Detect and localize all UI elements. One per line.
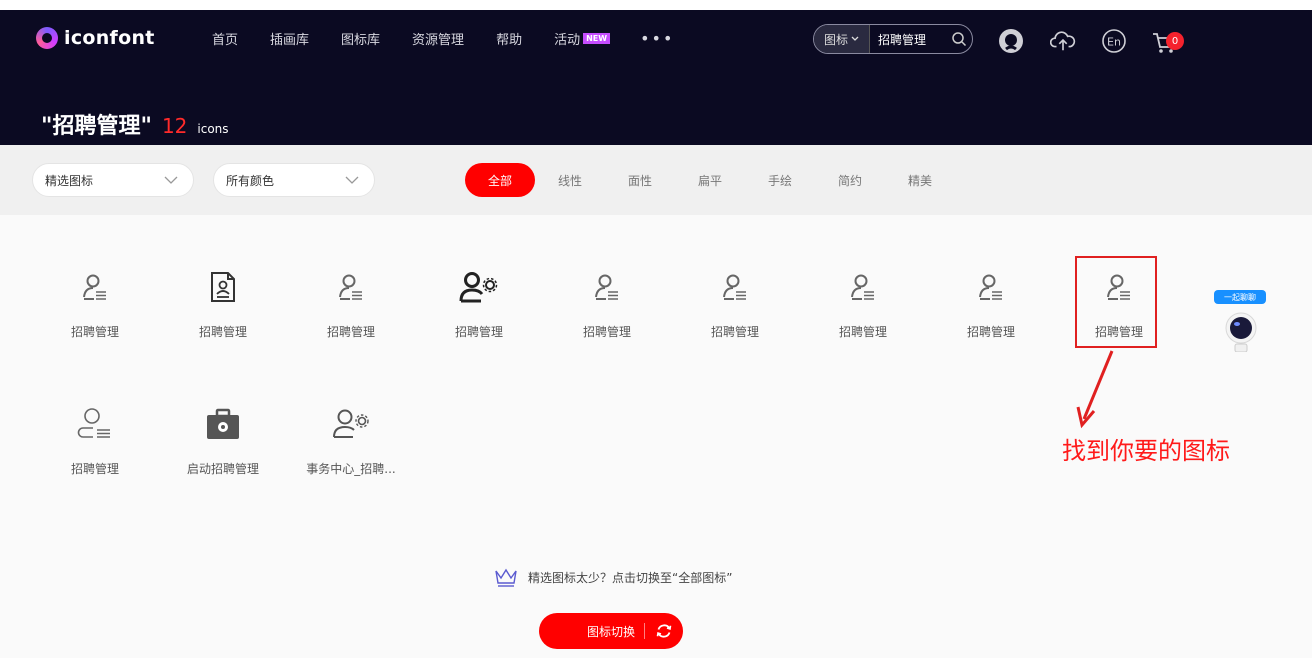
language-en-label: En bbox=[1107, 36, 1121, 49]
upload-cloud-icon[interactable] bbox=[1050, 28, 1076, 54]
nav-item-activity-label: 活动 bbox=[554, 33, 581, 48]
search-box: 图标 bbox=[813, 24, 973, 54]
icon-card[interactable]: 招聘管理 bbox=[927, 267, 1055, 377]
icon-label: 招聘管理 bbox=[582, 325, 631, 339]
user-list-outline-icon bbox=[77, 408, 110, 438]
icon-card[interactable]: 招聘管理 bbox=[31, 404, 159, 514]
icon-label: 招聘管理 bbox=[838, 325, 887, 339]
icon-type-select[interactable]: 精选图标 bbox=[32, 163, 194, 197]
chat-mascot[interactable]: 一起聊聊 bbox=[1214, 290, 1268, 352]
user-gear-icon bbox=[459, 272, 498, 303]
icon-card[interactable]: 招聘管理 bbox=[287, 267, 415, 377]
logo-mark-icon bbox=[36, 27, 58, 49]
annotation-text: 找到你要的图标 bbox=[1062, 437, 1230, 465]
nav-item-home[interactable]: 首页 bbox=[212, 29, 238, 48]
icon-label: 招聘管理 bbox=[454, 325, 503, 339]
icon-card[interactable]: 招聘管理 bbox=[671, 267, 799, 377]
arrow-icon bbox=[1076, 350, 1114, 429]
cart-count-badge: 0 bbox=[1166, 32, 1184, 50]
language-en-icon[interactable]: En bbox=[1101, 28, 1127, 54]
logo[interactable]: iconfont bbox=[36, 26, 155, 50]
nav-item-illustrations[interactable]: 插画库 bbox=[270, 29, 309, 48]
icon-label: 事务中心_招聘... bbox=[306, 462, 396, 476]
briefcase-gear-icon bbox=[207, 408, 239, 439]
resume-doc-icon bbox=[211, 272, 235, 302]
color-select-value: 所有颜色 bbox=[226, 173, 275, 188]
github-icon[interactable] bbox=[998, 28, 1024, 54]
icon-card[interactable]: 招聘管理 bbox=[799, 267, 927, 377]
search-input[interactable] bbox=[870, 32, 946, 46]
tab-refined[interactable]: 精美 bbox=[885, 163, 955, 197]
user-list-icon bbox=[851, 274, 874, 300]
user-list-icon bbox=[339, 274, 362, 300]
icon-switch-label: 图标切换 bbox=[586, 624, 635, 639]
filter-bar: 精选图标 所有颜色 全部 线性 面性 扁平 手绘 简约 精美 bbox=[0, 145, 1312, 215]
icon-grid: 招聘管理 招聘管理 招聘管理 招聘管理 招聘管理 招聘管理 招聘管理 招聘管理 … bbox=[0, 215, 1312, 658]
icon-label: 启动招聘管理 bbox=[186, 462, 259, 476]
tab-filled[interactable]: 面性 bbox=[605, 163, 675, 197]
icon-label: 招聘管理 bbox=[70, 462, 119, 476]
page-title: "招聘管理" 12 icons bbox=[41, 108, 229, 140]
nav-item-icon-library[interactable]: 图标库 bbox=[341, 29, 380, 48]
crown-icon bbox=[495, 568, 517, 587]
hint-row: 精选图标太少？点击切换至“全部图标” bbox=[494, 567, 732, 587]
site-header: iconfont 首页 插画库 图标库 资源管理 帮助 活动 NEW ••• 图标… bbox=[0, 10, 1312, 145]
search-icon[interactable] bbox=[946, 25, 972, 53]
icon-card[interactable]: 招聘管理 bbox=[31, 267, 159, 377]
tab-linear[interactable]: 线性 bbox=[535, 163, 605, 197]
hint-text: 精选图标太少？点击切换至“全部图标” bbox=[528, 570, 733, 585]
tab-all[interactable]: 全部 bbox=[465, 163, 535, 197]
icon-card[interactable]: 招聘管理 bbox=[543, 267, 671, 377]
icon-label: 招聘管理 bbox=[198, 325, 247, 339]
icon-card[interactable]: 事务中心_招聘... bbox=[287, 404, 415, 514]
chevron-down-icon bbox=[851, 36, 859, 41]
user-list-icon bbox=[595, 274, 618, 300]
user-list-icon bbox=[723, 274, 746, 300]
top-strip bbox=[0, 0, 1312, 10]
user-list-icon bbox=[979, 274, 1002, 300]
tab-flat[interactable]: 扁平 bbox=[675, 163, 745, 197]
mascot-bubble: 一起聊聊 bbox=[1214, 290, 1266, 304]
icon-label: 招聘管理 bbox=[326, 325, 375, 339]
search-query-title: "招聘管理" bbox=[41, 114, 152, 139]
icon-card[interactable]: 招聘管理 bbox=[415, 267, 543, 377]
nav-item-help[interactable]: 帮助 bbox=[496, 29, 522, 48]
search-type-label: 图标 bbox=[823, 32, 848, 47]
tab-simple[interactable]: 简约 bbox=[815, 163, 885, 197]
chevron-down-icon bbox=[345, 176, 359, 184]
highlight-box bbox=[1075, 256, 1157, 348]
astronaut-icon bbox=[1225, 312, 1257, 352]
result-unit: icons bbox=[197, 122, 229, 136]
search-type-select[interactable]: 图标 bbox=[814, 25, 870, 53]
chevron-down-icon bbox=[164, 176, 178, 184]
logo-text: iconfont bbox=[64, 27, 155, 49]
new-badge: NEW bbox=[583, 33, 611, 44]
main-nav: 首页 插画库 图标库 资源管理 帮助 活动 NEW ••• bbox=[212, 29, 674, 48]
color-select[interactable]: 所有颜色 bbox=[213, 163, 375, 197]
icon-card[interactable]: 招聘管理 bbox=[159, 267, 287, 377]
nav-item-activity[interactable]: 活动 NEW bbox=[554, 29, 611, 48]
more-menu-icon[interactable]: ••• bbox=[640, 29, 674, 48]
user-list-icon bbox=[83, 274, 106, 300]
icon-card[interactable]: 启动招聘管理 bbox=[159, 404, 287, 514]
nav-item-resource-management[interactable]: 资源管理 bbox=[412, 29, 464, 48]
tab-hand-drawn[interactable]: 手绘 bbox=[745, 163, 815, 197]
icon-switch-button[interactable]: 图标切换 bbox=[539, 613, 683, 649]
user-gear-outline-icon bbox=[333, 409, 369, 438]
icon-label: 招聘管理 bbox=[966, 325, 1015, 339]
refresh-icon bbox=[651, 618, 677, 644]
style-tabs: 全部 线性 面性 扁平 手绘 简约 精美 bbox=[465, 163, 955, 197]
result-count: 12 bbox=[161, 114, 188, 138]
icon-label: 招聘管理 bbox=[70, 325, 119, 339]
divider bbox=[644, 623, 645, 639]
icon-label: 招聘管理 bbox=[710, 325, 759, 339]
icon-type-select-value: 精选图标 bbox=[45, 173, 94, 188]
